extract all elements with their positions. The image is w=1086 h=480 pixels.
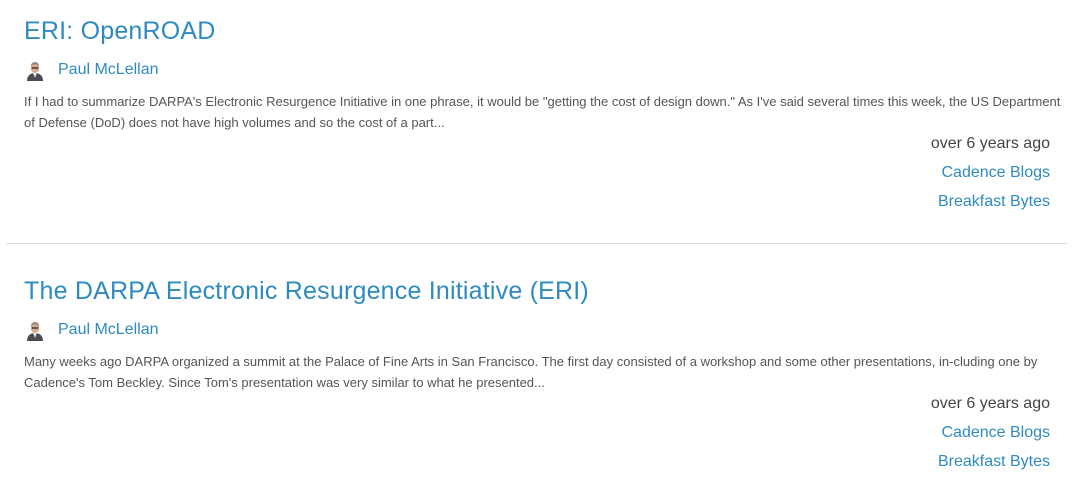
post-title-link[interactable]: The DARPA Electronic Resurgence Initiati… — [24, 277, 589, 306]
post-timestamp: over 6 years ago — [930, 395, 1050, 412]
post-timestamp: over 6 years ago — [930, 135, 1050, 152]
author-avatar-icon — [24, 319, 46, 341]
post-excerpt: Many weeks ago DARPA organized a summit … — [24, 354, 1038, 390]
author-name: Paul McLellan — [58, 321, 159, 338]
author-link[interactable]: Paul McLellan — [24, 319, 159, 341]
tag-breakfast-bytes[interactable]: Breakfast Bytes — [931, 447, 1050, 476]
post-divider — [6, 243, 1067, 244]
author-link[interactable]: Paul McLellan — [24, 59, 159, 81]
tag-breakfast-bytes[interactable]: Breakfast Bytes — [931, 187, 1050, 216]
post-title-link[interactable]: ERI: OpenROAD — [24, 17, 216, 46]
tag-cadence-blogs[interactable]: Cadence Blogs — [931, 158, 1050, 187]
post-meta: over 6 years ago Cadence Blogs Breakfast… — [931, 389, 1050, 476]
post-excerpt: If I had to summarize DARPA's Electronic… — [24, 94, 1061, 130]
post-meta: over 6 years ago Cadence Blogs Breakfast… — [931, 129, 1050, 216]
tag-cadence-blogs[interactable]: Cadence Blogs — [931, 418, 1050, 447]
author-name: Paul McLellan — [58, 61, 159, 78]
author-avatar-icon — [24, 59, 46, 81]
